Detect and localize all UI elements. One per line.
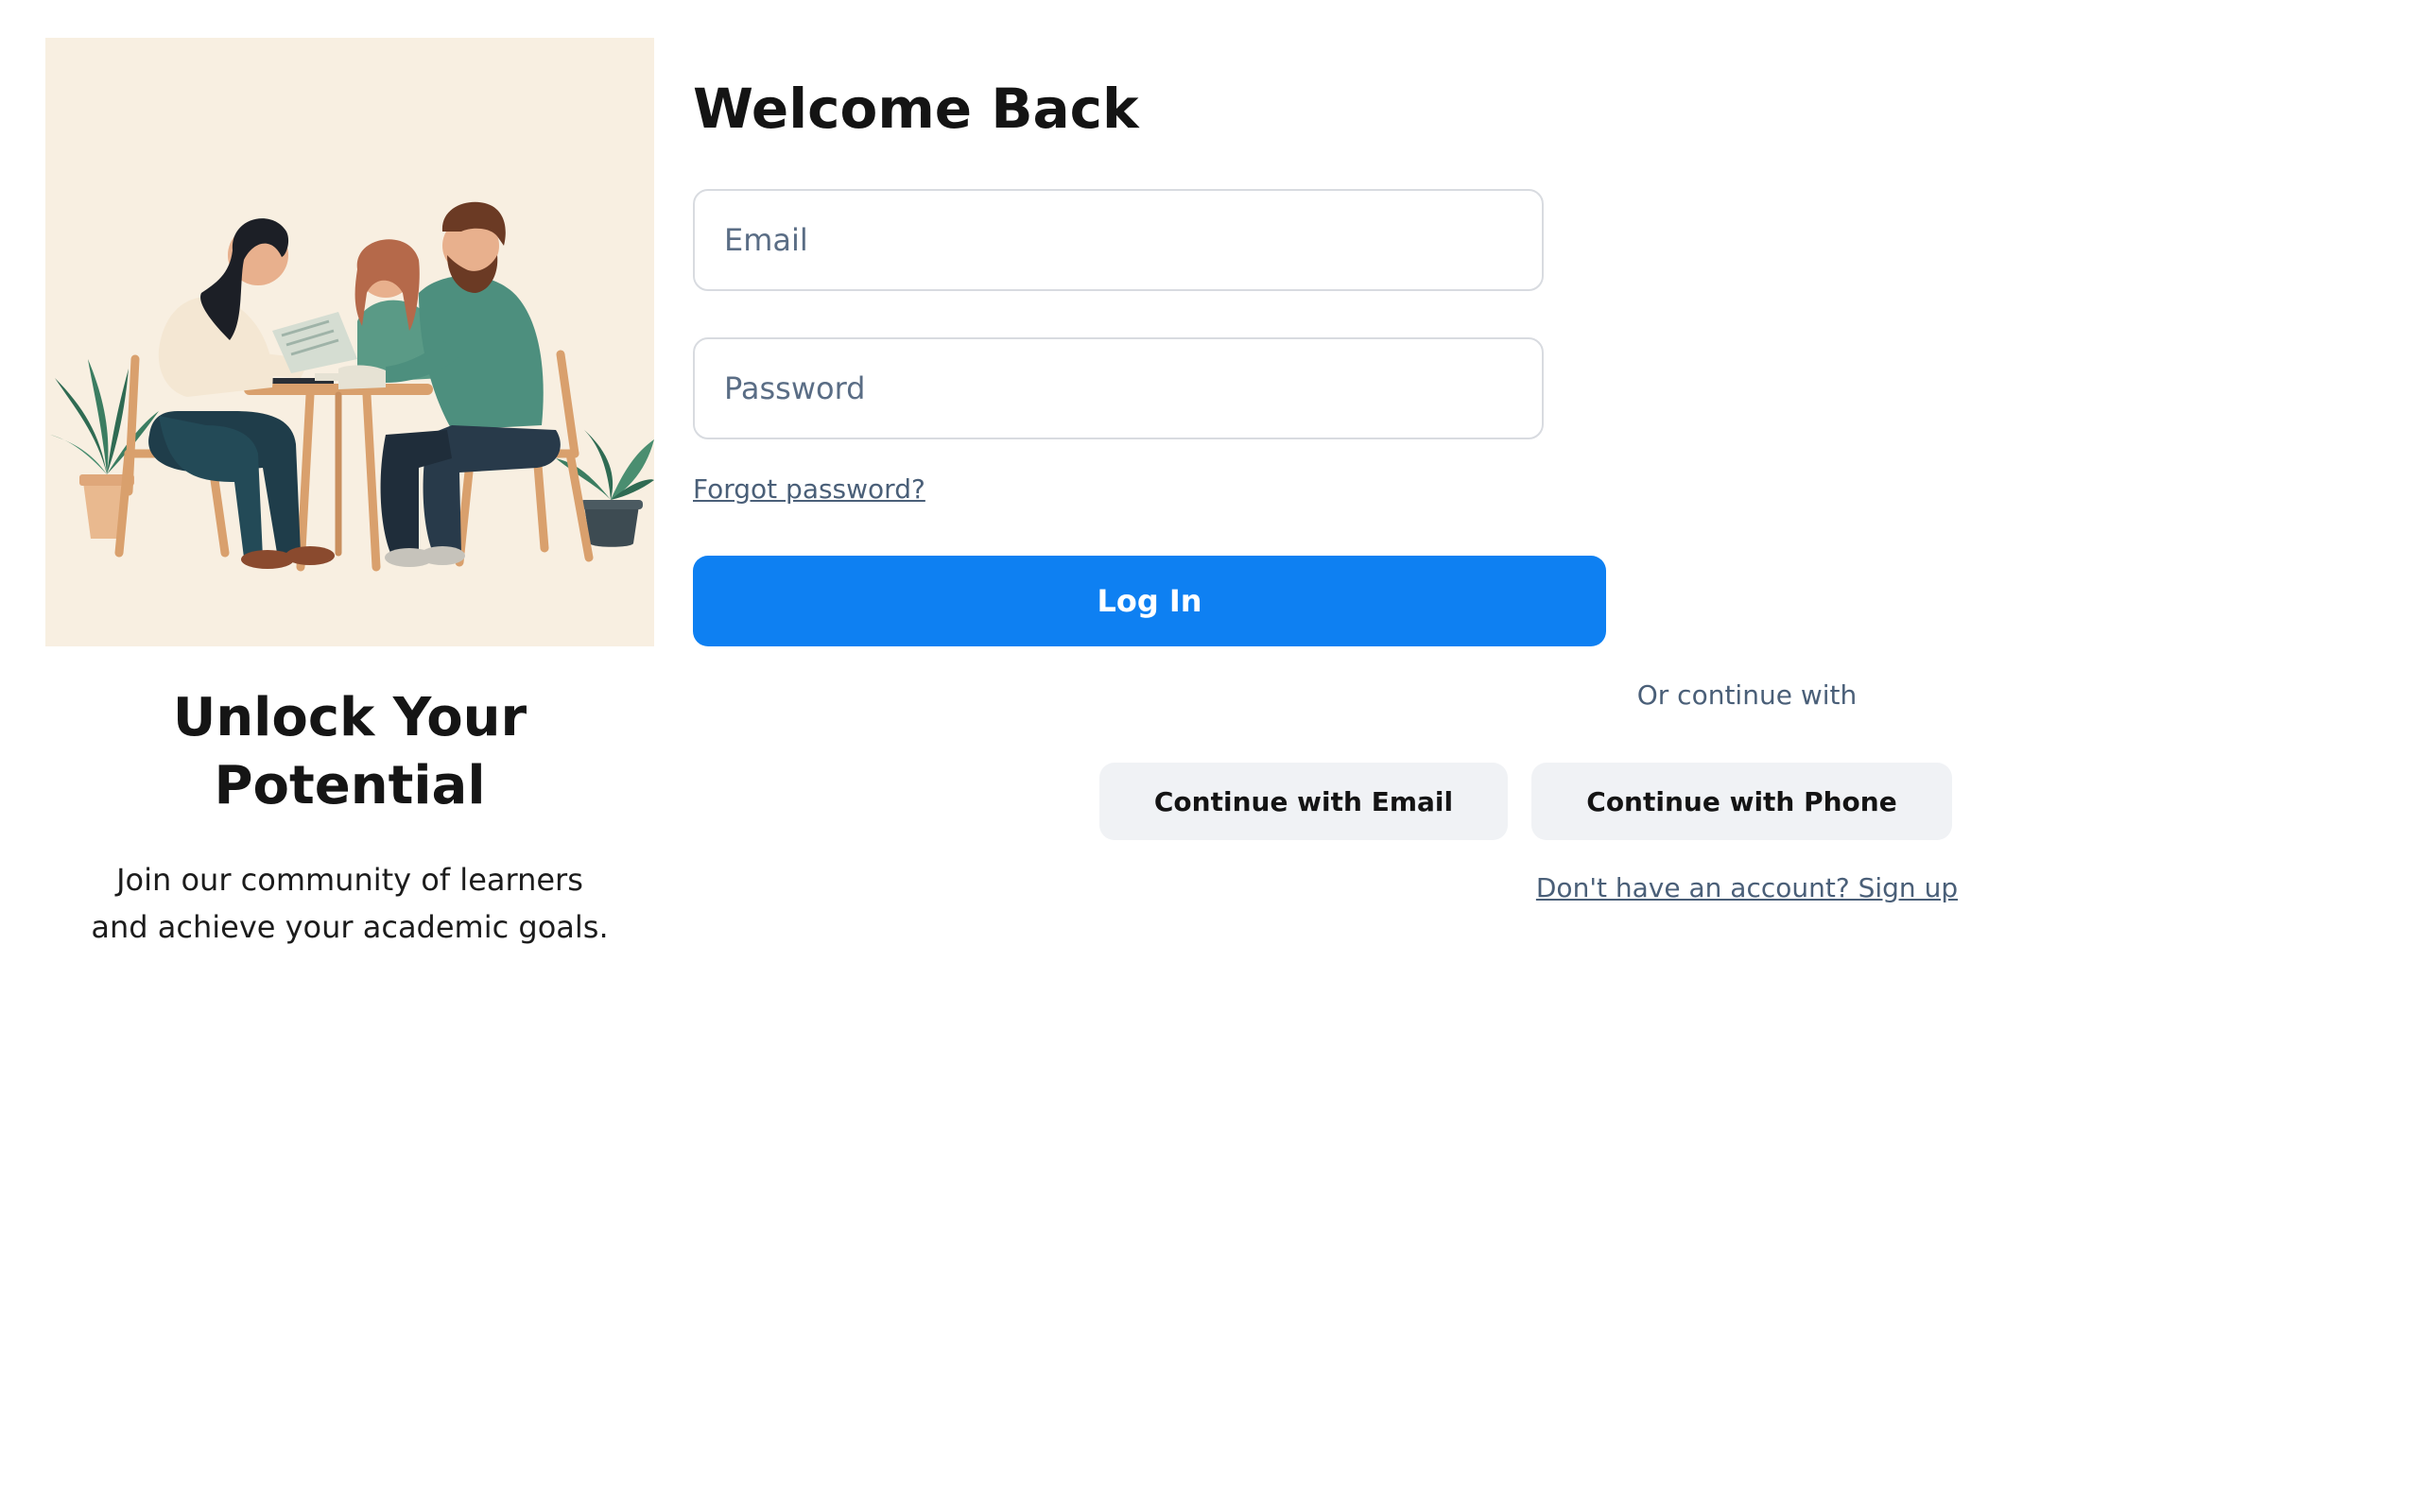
login-button[interactable]: Log In — [693, 556, 1606, 646]
study-group-illustration — [45, 38, 654, 646]
email-field[interactable] — [693, 189, 1544, 291]
hero-panel: Unlock Your Potential Join our community… — [45, 38, 654, 951]
password-field[interactable] — [693, 337, 1544, 439]
hero-title: Unlock Your Potential — [172, 687, 527, 816]
continue-phone-button[interactable]: Continue with Phone — [1531, 763, 1952, 840]
login-page: Unlock Your Potential Join our community… — [0, 0, 2420, 1512]
forgot-password-link[interactable]: Forgot password? — [693, 471, 925, 508]
continue-email-button[interactable]: Continue with Email — [1099, 763, 1508, 840]
page-title: Welcome Back — [693, 77, 1139, 141]
or-continue-label: Or continue with — [1636, 679, 1858, 711]
hero-subtitle: Join our community of learners and achie… — [91, 862, 609, 945]
signup-link[interactable]: Don't have an account? Sign up — [1487, 869, 2007, 907]
